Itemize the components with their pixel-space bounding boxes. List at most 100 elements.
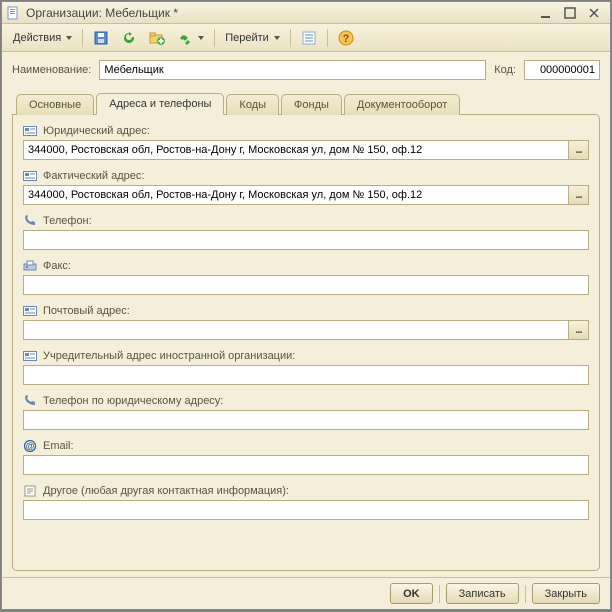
goto-menu-button[interactable]: Перейти <box>220 27 285 49</box>
field-block: Телефон по юридическому адресу: <box>23 395 589 430</box>
field-label-row: Фактический адрес: <box>23 170 589 182</box>
list-icon <box>301 30 317 46</box>
field-input-4[interactable] <box>23 320 569 340</box>
name-label: Наименование: <box>12 64 91 76</box>
diskette-icon <box>93 30 109 46</box>
field-input-7[interactable] <box>23 455 589 475</box>
fax-icon <box>23 260 37 272</box>
refresh-icon <box>121 30 137 46</box>
field-block: Почтовый адрес:... <box>23 305 589 340</box>
name-input[interactable] <box>99 60 486 80</box>
address-card-icon <box>23 125 37 137</box>
help-icon: ? <box>338 30 354 46</box>
field-block: Факс: <box>23 260 589 295</box>
toolbar-separator <box>327 29 328 47</box>
field-input-3[interactable] <box>23 275 589 295</box>
ok-button[interactable]: OK <box>390 583 433 604</box>
field-input-6[interactable] <box>23 410 589 430</box>
field-block: @ Email: <box>23 440 589 475</box>
toolbar-button-folder[interactable] <box>144 27 170 49</box>
app-window: Организации: Мебельщик * Действия <box>1 1 611 610</box>
field-label-row: Телефон по юридическому адресу: <box>23 395 589 407</box>
tab-0[interactable]: Основные <box>16 94 94 115</box>
save-button[interactable]: Записать <box>446 583 519 604</box>
toolbar-button-refresh[interactable] <box>116 27 142 49</box>
code-input[interactable] <box>524 60 600 80</box>
close-form-button[interactable]: Закрыть <box>532 583 600 604</box>
svg-text:@: @ <box>26 441 35 451</box>
field-block: Учредительный адрес иностранной организа… <box>23 350 589 385</box>
field-label: Учредительный адрес иностранной организа… <box>43 350 295 362</box>
link-icon <box>177 30 193 46</box>
actions-label: Действия <box>13 32 61 44</box>
toolbar: Действия Перейти <box>2 24 610 52</box>
tab-2[interactable]: Коды <box>226 94 279 115</box>
code-label: Код: <box>494 64 516 76</box>
field-label-row: Почтовый адрес: <box>23 305 589 317</box>
toolbar-separator <box>82 29 83 47</box>
email-icon: @ <box>23 440 37 452</box>
field-label: Телефон: <box>43 215 92 227</box>
ellipsis-button[interactable]: ... <box>569 140 589 160</box>
field-input-2[interactable] <box>23 230 589 250</box>
field-input-row <box>23 455 589 475</box>
chevron-down-icon <box>274 36 280 40</box>
tab-4[interactable]: Документооборот <box>344 94 460 115</box>
minimize-button[interactable] <box>538 5 554 21</box>
address-card-icon <box>23 305 37 317</box>
toolbar-button-link-dropdown[interactable] <box>172 27 209 49</box>
field-label: Email: <box>43 440 74 452</box>
ellipsis-button[interactable]: ... <box>569 320 589 340</box>
footer-separator <box>439 585 440 603</box>
footer-separator <box>525 585 526 603</box>
field-input-1[interactable] <box>23 185 569 205</box>
tab-3[interactable]: Фонды <box>281 94 342 115</box>
chevron-down-icon <box>198 36 204 40</box>
toolbar-button-save[interactable] <box>88 27 114 49</box>
footer: OK Записать Закрыть <box>2 577 610 609</box>
field-label: Юридический адрес: <box>43 125 150 137</box>
field-label-row: Факс: <box>23 260 589 272</box>
actions-menu-button[interactable]: Действия <box>8 27 77 49</box>
tab-panel-addresses: Юридический адрес:...Фактический адрес:.… <box>12 114 600 571</box>
field-input-row: ... <box>23 185 589 205</box>
window-controls <box>538 5 606 21</box>
toolbar-button-help[interactable]: ? <box>333 27 359 49</box>
tab-1[interactable]: Адреса и телефоны <box>96 93 224 115</box>
svg-text:?: ? <box>342 33 349 45</box>
phone-icon <box>23 395 37 407</box>
toolbar-separator <box>290 29 291 47</box>
folder-plus-icon <box>149 30 165 46</box>
toolbar-button-list[interactable] <box>296 27 322 49</box>
address-card-icon <box>23 170 37 182</box>
field-label-row: Телефон: <box>23 215 589 227</box>
field-block: Юридический адрес:... <box>23 125 589 160</box>
field-label-row: @ Email: <box>23 440 589 452</box>
close-button[interactable] <box>586 5 602 21</box>
phone-icon <box>23 215 37 227</box>
field-input-8[interactable] <box>23 500 589 520</box>
goto-label: Перейти <box>225 32 269 44</box>
field-label: Факс: <box>43 260 71 272</box>
field-block: Другое (любая другая контактная информац… <box>23 485 589 520</box>
field-label: Телефон по юридическому адресу: <box>43 395 223 407</box>
note-icon <box>23 485 37 497</box>
field-input-0[interactable] <box>23 140 569 160</box>
field-input-5[interactable] <box>23 365 589 385</box>
field-label: Почтовый адрес: <box>43 305 130 317</box>
ellipsis-button[interactable]: ... <box>569 185 589 205</box>
field-input-row: ... <box>23 320 589 340</box>
tab-strip: ОсновныеАдреса и телефоныКодыФондыДокуме… <box>12 90 600 114</box>
field-label-row: Другое (любая другая контактная информац… <box>23 485 589 497</box>
chevron-down-icon <box>66 36 72 40</box>
window-title: Организации: Мебельщик * <box>26 6 538 20</box>
form-body: Наименование: Код: ОсновныеАдреса и теле… <box>2 52 610 577</box>
field-label-row: Юридический адрес: <box>23 125 589 137</box>
field-input-row <box>23 500 589 520</box>
field-block: Фактический адрес:... <box>23 170 589 205</box>
maximize-button[interactable] <box>562 5 578 21</box>
field-label: Фактический адрес: <box>43 170 144 182</box>
field-input-row <box>23 230 589 250</box>
field-input-row <box>23 410 589 430</box>
toolbar-separator <box>214 29 215 47</box>
